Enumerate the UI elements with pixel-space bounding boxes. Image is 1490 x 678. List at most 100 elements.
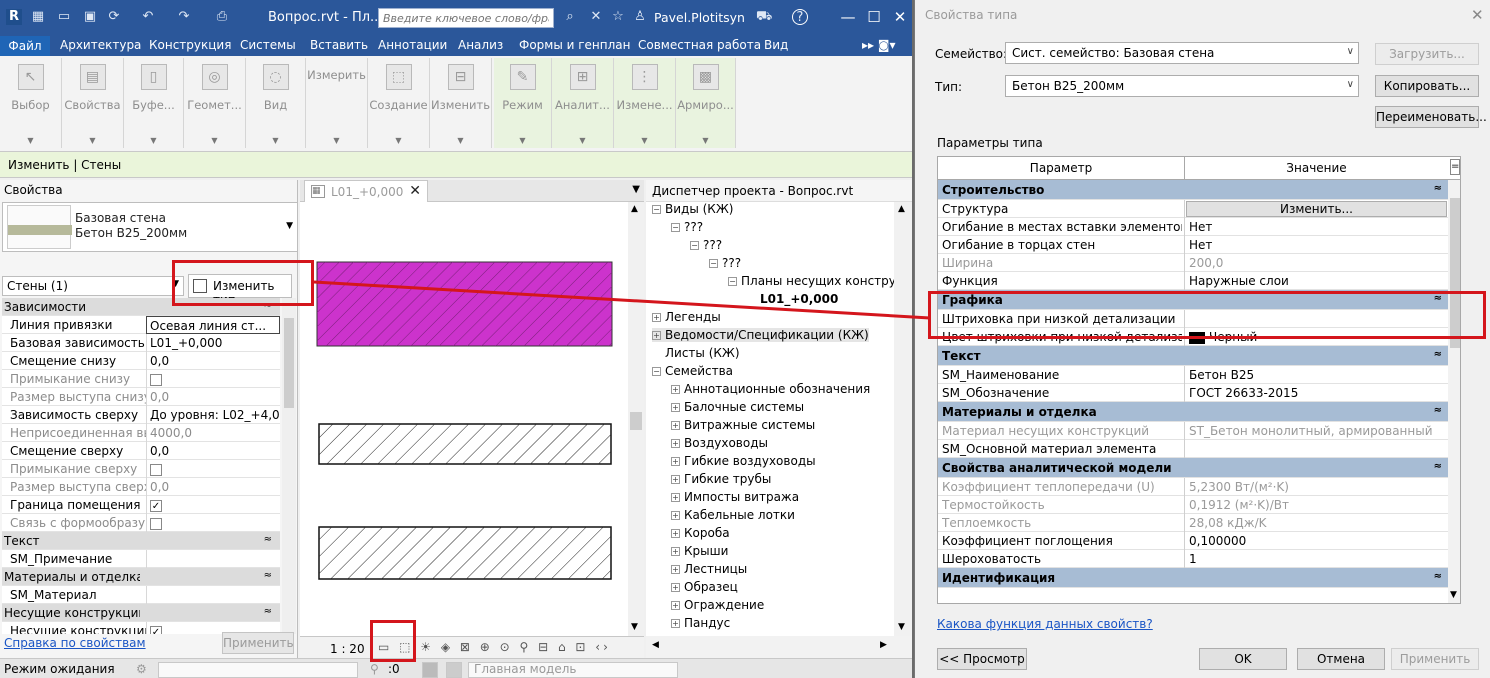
parameter-group[interactable]: Строительство ≈ <box>938 180 1448 200</box>
tab-massing-site[interactable]: Формы и генплан <box>519 38 631 52</box>
tab-insert[interactable]: Вставить <box>310 38 368 52</box>
apply-button[interactable]: Применить <box>1391 648 1479 670</box>
workset-dropdown[interactable] <box>158 662 358 678</box>
tab-file[interactable]: Файл <box>0 36 50 56</box>
cart-icon[interactable]: ⛟ <box>756 9 772 25</box>
parameter-group[interactable]: Идентификация ≈ <box>938 568 1448 588</box>
tab-annotate[interactable]: Аннотации <box>378 38 447 52</box>
parameter-value[interactable]: 28,08 кДж/K <box>1184 514 1448 532</box>
parameter-value[interactable]: 1 <box>1184 550 1448 568</box>
rename-button[interactable]: Переименовать... <box>1375 106 1487 128</box>
ribbon-geometry[interactable]: ◎ Геомет... ▼ <box>184 58 246 148</box>
print-icon[interactable]: ⎙ <box>214 9 230 25</box>
edit-requests-icon[interactable]: ⚲ <box>370 662 379 676</box>
edit-structure-button[interactable]: Изменить... <box>1186 201 1447 217</box>
tree-node[interactable]: + Балочные системы <box>671 400 804 414</box>
parameter-value[interactable]: Изменить... <box>1184 200 1448 218</box>
tab-systems[interactable]: Системы <box>240 38 296 52</box>
property-value[interactable]: Осевая линия ст... <box>146 316 280 334</box>
save-icon[interactable]: ▣ <box>82 9 98 25</box>
scroll-left-icon[interactable]: ◀ <box>652 640 659 650</box>
parameter-group[interactable]: Материалы и отделка ≈ <box>938 402 1448 422</box>
properties-scrollbar[interactable] <box>282 298 296 634</box>
tree-node[interactable]: + Гибкие воздуховоды <box>671 454 816 468</box>
properties-help-link[interactable]: Справка по свойствам <box>4 636 146 650</box>
ribbon-view[interactable]: ◌ Вид ▼ <box>246 58 306 148</box>
tree-node[interactable]: − Семейства <box>652 364 733 378</box>
chevron-down-icon[interactable]: ▼ <box>286 221 293 231</box>
checkbox[interactable] <box>150 517 162 530</box>
property-value[interactable]: 0,0 <box>146 478 280 496</box>
expand-icon[interactable]: + <box>671 457 680 466</box>
element-filter[interactable]: Стены (1) ▼ <box>2 276 184 296</box>
load-button[interactable]: Загрузить... <box>1375 43 1479 65</box>
expand-icon[interactable]: + <box>671 439 680 448</box>
parameter-value[interactable]: Бетон B25 <box>1184 366 1448 384</box>
collapse-icon[interactable]: − <box>728 277 737 286</box>
property-value[interactable]: L01_+0,000 <box>146 334 280 352</box>
checkbox[interactable]: ✓ <box>150 625 162 634</box>
tree-node[interactable]: L01_+0,000 <box>747 292 838 306</box>
scroll-right-icon[interactable]: ▶ <box>880 640 887 650</box>
expand-icon[interactable]: + <box>671 511 680 520</box>
property-value[interactable] <box>146 586 280 604</box>
property-value[interactable] <box>146 460 280 478</box>
ribbon-reinforcement[interactable]: ▩ Армиро... ▼ <box>676 58 736 148</box>
type-select[interactable]: Бетон B25_200мм ∨ <box>1005 75 1359 97</box>
expand-icon[interactable]: + <box>671 475 680 484</box>
property-value[interactable]: 0,0 <box>146 442 280 460</box>
parameter-value[interactable]: 0,1912 (м²·K)/Вт <box>1184 496 1448 514</box>
close-icon[interactable]: ✕ <box>1471 6 1484 24</box>
apply-button[interactable]: Применить <box>222 632 294 654</box>
tab-structure[interactable]: Конструкция <box>149 38 231 52</box>
revit-logo-icon[interactable]: R <box>6 9 22 25</box>
collapse-icon[interactable]: − <box>652 367 661 376</box>
tab-list-icon[interactable]: ▼ <box>632 184 640 195</box>
ribbon-properties[interactable]: ▤ Свойства ▼ <box>62 58 124 148</box>
tree-node[interactable]: + Легенды <box>652 310 721 324</box>
tab-view[interactable]: Вид <box>764 38 788 52</box>
preview-button[interactable]: << Просмотр <box>937 648 1027 670</box>
expand-icon[interactable]: + <box>671 529 680 538</box>
scroll-down-icon[interactable]: ▼ <box>898 622 905 632</box>
property-group[interactable]: Текст ≈ <box>2 532 280 550</box>
binoculars-icon[interactable]: ⌕ <box>562 9 578 25</box>
parameter-value[interactable]: ГОСТ 26633-2015 <box>1184 384 1448 402</box>
parameter-value[interactable]: 200,0 <box>1184 254 1448 272</box>
collapse-group-icon[interactable]: ≈ <box>264 606 272 617</box>
tree-node[interactable]: −??? <box>690 238 722 252</box>
property-value[interactable] <box>146 370 280 388</box>
collapse-group-icon[interactable]: ≈ <box>264 570 272 581</box>
scroll-thumb[interactable] <box>630 412 642 430</box>
tree-node[interactable]: + Импосты витража <box>671 490 799 504</box>
property-value[interactable]: 0,0 <box>146 388 280 406</box>
ribbon-analytical[interactable]: ⊞ Аналит... ▼ <box>552 58 614 148</box>
close-tab-icon[interactable]: ✕ <box>409 183 421 199</box>
tree-node[interactable]: −??? <box>709 256 741 270</box>
property-value[interactable] <box>146 550 280 568</box>
subscription-icon[interactable]: ✕ <box>588 9 604 25</box>
collapse-icon[interactable]: − <box>690 241 699 250</box>
tab-analyze[interactable]: Анализ <box>458 38 503 52</box>
drawing-canvas[interactable] <box>300 202 628 636</box>
tree-node[interactable]: + Гибкие трубы <box>671 472 771 486</box>
property-value[interactable]: ✓ <box>146 496 280 514</box>
home-icon[interactable]: ▦ <box>30 9 46 25</box>
expand-icon[interactable]: + <box>671 601 680 610</box>
expand-icon[interactable]: + <box>671 403 680 412</box>
collapse-icon[interactable]: − <box>671 223 680 232</box>
tree-node[interactable]: + Воздуховоды <box>671 436 768 450</box>
tree-node[interactable]: + Пандус <box>671 616 730 630</box>
collapse-group-icon[interactable]: ≈ <box>264 534 272 545</box>
expand-icon[interactable]: + <box>671 565 680 574</box>
collapse-icon[interactable]: − <box>652 205 661 214</box>
scroll-down-icon[interactable]: ▼ <box>1450 590 1457 600</box>
checkbox[interactable] <box>150 463 162 476</box>
collapse-group-icon[interactable]: ≈ <box>1434 571 1442 582</box>
property-value[interactable]: 0,0 <box>146 352 280 370</box>
expand-icon[interactable]: + <box>652 331 661 340</box>
ribbon-modify-wall[interactable]: ⋮ Измене... ▼ <box>614 58 676 148</box>
expand-icon[interactable]: + <box>671 385 680 394</box>
more-tabs-icon[interactable]: ▸▸ ◙▾ <box>862 38 896 52</box>
ribbon-create[interactable]: ⬚ Создание ▼ <box>368 58 430 148</box>
